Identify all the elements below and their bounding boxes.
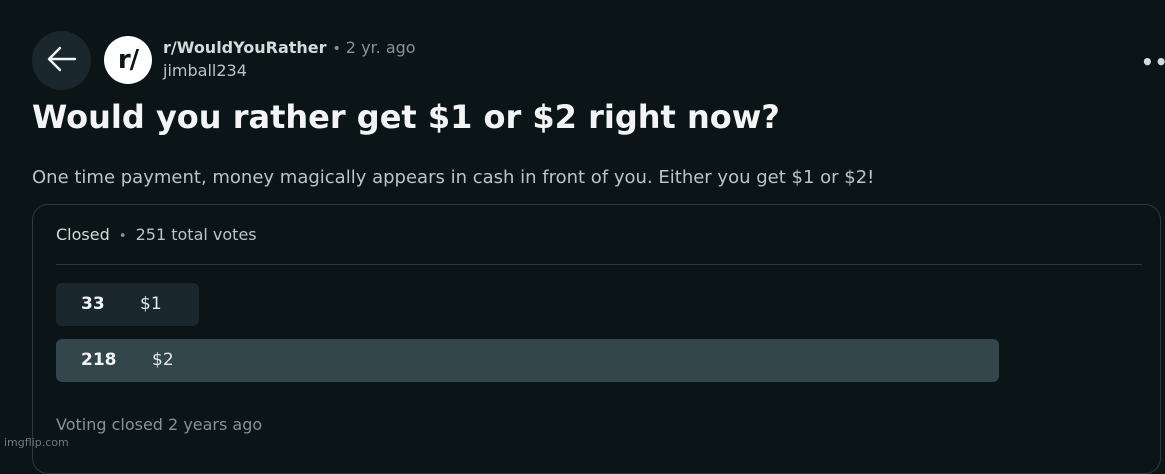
poll-option-label: $1: [140, 294, 162, 314]
poll-option-count: 218: [81, 350, 117, 370]
back-button[interactable]: [32, 31, 91, 90]
subreddit-avatar[interactable]: r/: [104, 36, 152, 84]
post-body: One time payment, money magically appear…: [32, 167, 875, 188]
post-age: 2 yr. ago: [345, 38, 416, 57]
arrow-left-icon: [47, 46, 77, 76]
poll-total-votes: 251 total votes: [135, 225, 257, 244]
author-link[interactable]: jimball234: [163, 61, 416, 80]
avatar-text: r/: [117, 45, 139, 75]
poll-separator: •: [118, 229, 127, 244]
watermark: imgflip.com: [4, 436, 69, 449]
post-title: Would you rather get $1 or $2 right now?: [32, 98, 780, 136]
poll-divider: [56, 264, 1142, 265]
poll-closed-note: Voting closed 2 years ago: [56, 415, 263, 434]
more-options-icon[interactable]: •••: [1141, 50, 1165, 74]
meta-separator: •: [332, 41, 341, 57]
poll-card: Closed • 251 total votes 33 $1 218 $2 Vo…: [32, 204, 1161, 474]
poll-option-2: 218 $2: [56, 339, 999, 382]
poll-option-1: 33 $1: [56, 283, 199, 326]
poll-status: Closed: [56, 225, 110, 244]
post-meta: r/WouldYouRather • 2 yr. ago jimball234: [163, 38, 416, 80]
poll-header: Closed • 251 total votes: [56, 225, 257, 244]
poll-option-label: $2: [152, 350, 174, 370]
subreddit-link[interactable]: r/WouldYouRather: [163, 38, 327, 57]
poll-option-count: 33: [81, 294, 105, 314]
